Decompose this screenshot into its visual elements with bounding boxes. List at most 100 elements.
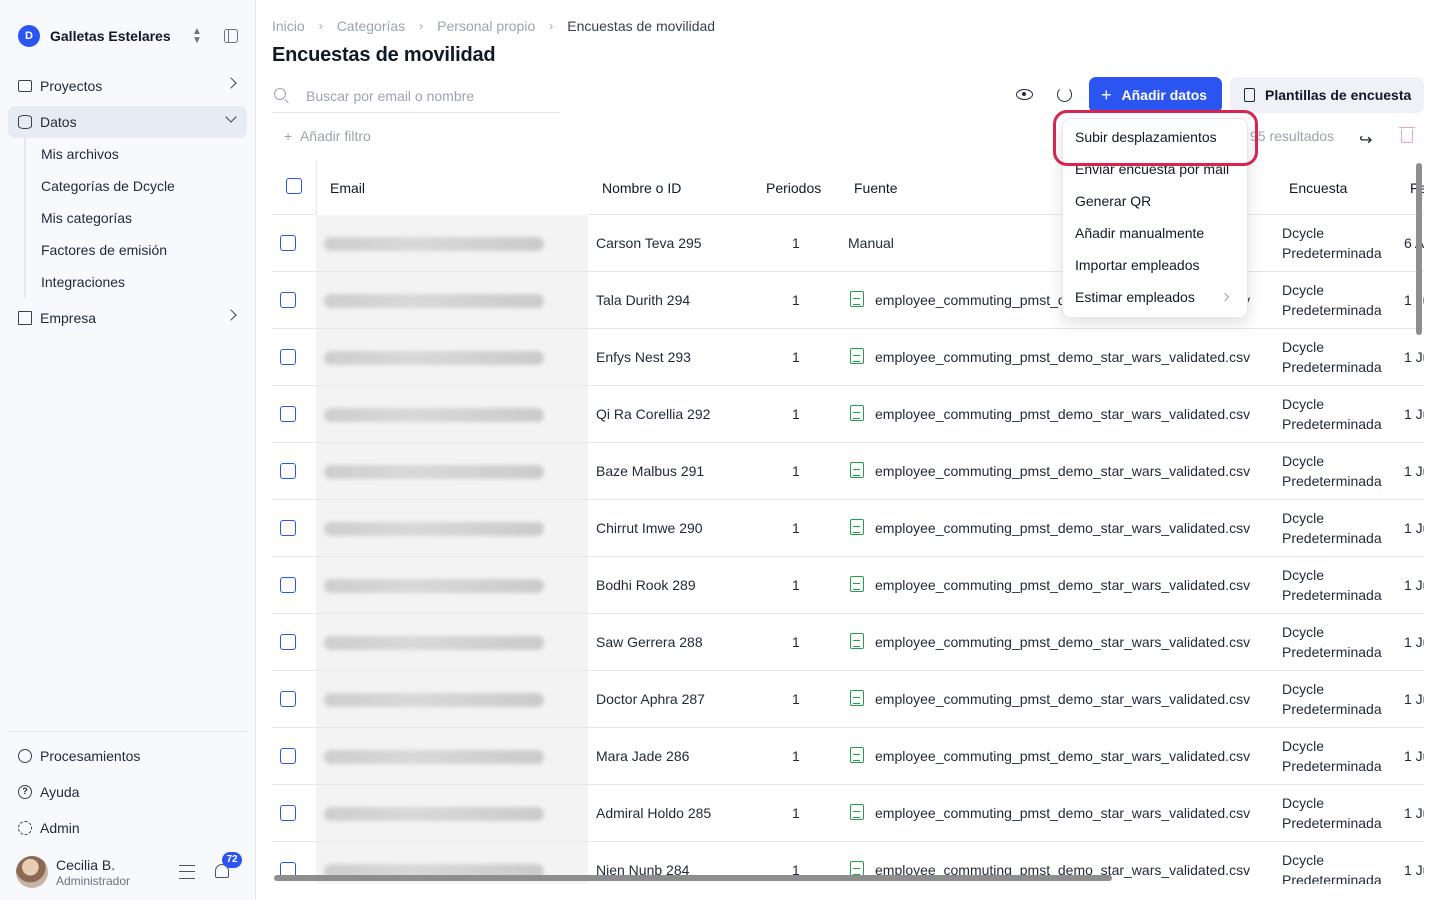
cell-name: Qi Ra Corellia 292 <box>596 406 711 422</box>
vertical-scrollbar[interactable] <box>1416 163 1422 335</box>
survey-templates-label: Plantillas de encuesta <box>1265 87 1412 103</box>
highlight-annotation <box>1053 110 1258 166</box>
blurred-email <box>324 693 544 707</box>
cell-periods: 1 <box>792 748 800 764</box>
cell-name: Doctor Aphra 287 <box>596 691 705 707</box>
table-row[interactable]: Bodhi Rook 289 1 employee_commuting_pmst_d… <box>272 557 1424 614</box>
column-source[interactable]: Fuente <box>854 180 898 196</box>
sidebar-item-ayuda[interactable]: ? Ayuda <box>8 776 247 808</box>
row-checkbox[interactable] <box>280 463 296 479</box>
search-box <box>272 80 560 113</box>
sidebar-item-procesamientos[interactable]: Procesamientos <box>8 740 247 772</box>
table-row[interactable]: Carson Teva 295 1 Manual Dcycle Predetermina… <box>272 215 1424 272</box>
survey-line-1: Dcycle <box>1282 339 1325 355</box>
survey-templates-button[interactable]: Plantillas de encuesta <box>1230 77 1424 113</box>
survey-line-2: Predeterminada <box>1282 815 1382 831</box>
breadcrumb-inicio[interactable]: Inicio <box>272 18 305 34</box>
menu-item-import-employees[interactable]: Importar empleados <box>1075 257 1200 277</box>
select-all-checkbox[interactable] <box>286 178 302 194</box>
sidebar-item-proyectos[interactable]: Proyectos <box>8 70 247 102</box>
avatar[interactable] <box>16 856 48 888</box>
menu-item-add-manually[interactable]: Añadir manualmente <box>1075 225 1204 245</box>
folder-icon <box>18 80 32 92</box>
row-checkbox[interactable] <box>280 520 296 536</box>
csv-file-icon <box>850 633 864 649</box>
cell-date: 1 Ju <box>1404 805 1424 821</box>
survey-line-1: Dcycle <box>1282 624 1325 640</box>
user-profile[interactable]: Cecilia B. Administrador 72 <box>16 852 246 890</box>
sidebar-item-admin[interactable]: Admin <box>8 812 247 844</box>
table-row[interactable]: Qi Ra Corellia 292 1 employee_commuting_pm… <box>272 386 1424 443</box>
cell-periods: 1 <box>792 577 800 593</box>
menu-item-estimate-employees[interactable]: Estimar empleados <box>1075 289 1195 309</box>
sidebar-item-datos[interactable]: Datos <box>8 106 247 138</box>
cell-source: employee_commuting_pmst_demo_star_wars_v… <box>875 577 1251 593</box>
column-name[interactable]: Nombre o ID <box>602 180 681 196</box>
table-row[interactable]: Enfys Nest 293 1 employee_commuting_pmst_d… <box>272 329 1424 386</box>
cell-name: Saw Gerrera 288 <box>596 634 703 650</box>
survey-line-1: Dcycle <box>1282 453 1325 469</box>
row-checkbox[interactable] <box>280 349 296 365</box>
table-row[interactable]: Tala Durith 2941employee_commuting_pmst_… <box>272 272 1424 329</box>
row-checkbox[interactable] <box>280 406 296 422</box>
table-row[interactable]: Admiral Holdo 285 1 employee_commuting_pms… <box>272 785 1424 842</box>
add-data-label: Añadir datos <box>1121 87 1208 103</box>
row-checkbox[interactable] <box>280 292 296 308</box>
table-row[interactable]: Mara Jade 286 1 employee_commuting_pmst_de… <box>272 728 1424 785</box>
breadcrumb-categorias[interactable]: Categorías <box>337 18 405 34</box>
row-checkbox[interactable] <box>280 634 296 650</box>
eye-icon[interactable] <box>1016 89 1033 100</box>
row-checkbox[interactable] <box>280 748 296 764</box>
breadcrumb-personal-propio[interactable]: Personal propio <box>437 18 535 34</box>
search-input[interactable] <box>306 85 556 107</box>
cell-periods: 1 <box>792 520 800 536</box>
csv-file-icon <box>850 348 864 364</box>
add-filter-button[interactable]: + Añadir filtro <box>284 128 371 144</box>
sidebar-subitem-factores-emision[interactable]: Factores de emisión <box>41 240 167 260</box>
sliders-icon[interactable] <box>179 865 195 879</box>
cell-name: Bodhi Rook 289 <box>596 577 696 593</box>
sidebar-subitem-mis-archivos[interactable]: Mis archivos <box>41 144 119 164</box>
survey-line-1: Dcycle <box>1282 681 1325 697</box>
document-icon <box>1244 88 1255 102</box>
column-survey[interactable]: Encuesta <box>1289 180 1347 196</box>
sidebar-subitem-mis-categorias[interactable]: Mis categorías <box>41 208 132 228</box>
menu-item-generate-qr[interactable]: Generar QR <box>1075 193 1151 213</box>
share-icon[interactable]: ↪ <box>1359 130 1372 150</box>
row-checkbox[interactable] <box>280 805 296 821</box>
org-switcher[interactable]: D Galletas Estelares ▲ ▼ <box>18 24 240 48</box>
survey-line-2: Predeterminada <box>1282 644 1382 660</box>
survey-line-2: Predeterminada <box>1282 245 1382 261</box>
cell-date: 1 Ju <box>1404 463 1424 479</box>
cell-date: 1 Ju <box>1404 406 1424 422</box>
row-checkbox[interactable] <box>280 691 296 707</box>
add-data-button[interactable]: + Añadir datos <box>1089 77 1222 113</box>
refresh-icon[interactable] <box>1057 87 1072 102</box>
results-count: 95 resultados <box>1250 128 1335 144</box>
sidebar-item-empresa[interactable]: Empresa <box>8 302 247 334</box>
database-icon <box>18 115 32 129</box>
cell-date: 1 Ju <box>1404 634 1424 650</box>
survey-line-2: Predeterminada <box>1282 302 1382 318</box>
cell-periods: 1 <box>792 463 800 479</box>
table-row[interactable]: Baze Malbus 291 1 employee_commuting_pmst_… <box>272 443 1424 500</box>
survey-line-1: Dcycle <box>1282 225 1325 241</box>
cell-source: employee_commuting_pmst_demo_star_wars_v… <box>875 520 1251 536</box>
collapse-sidebar-icon[interactable] <box>224 29 238 43</box>
chevron-up-down-icon[interactable]: ▲ ▼ <box>190 27 204 46</box>
sidebar-item-label: Empresa <box>40 310 97 326</box>
row-checkbox[interactable] <box>280 577 296 593</box>
trash-icon[interactable] <box>1399 127 1415 143</box>
table-row[interactable]: Saw Gerrera 288 1 employee_commuting_pmst_… <box>272 614 1424 671</box>
table-row[interactable]: Chirrut Imwe 290 1 employee_commuting_pmst… <box>272 500 1424 557</box>
sidebar-subitem-integraciones[interactable]: Integraciones <box>41 272 125 292</box>
row-checkbox[interactable] <box>280 235 296 251</box>
csv-file-icon <box>850 519 864 535</box>
cell-date: 1 Ju <box>1404 520 1424 536</box>
column-periods[interactable]: Periodos <box>766 180 821 196</box>
horizontal-scrollbar[interactable] <box>274 875 1112 881</box>
plus-icon: + <box>1101 85 1112 105</box>
table-row[interactable]: Doctor Aphra 287 1 employee_commuting_pmst… <box>272 671 1424 728</box>
sidebar-subitem-categorias-dcycle[interactable]: Categorías de Dcycle <box>41 176 175 196</box>
column-email[interactable]: Email <box>330 180 365 196</box>
